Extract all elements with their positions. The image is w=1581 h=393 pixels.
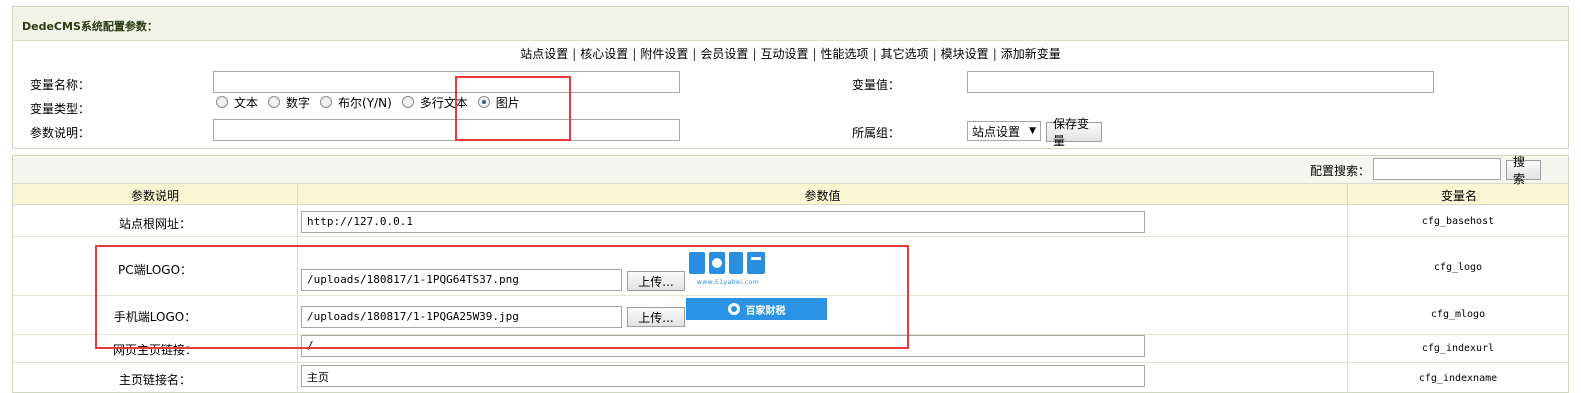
var-type-label: 变量类型：	[30, 102, 91, 116]
radio-multiline[interactable]	[401, 96, 414, 108]
tab-core-settings[interactable]: 核心设置	[580, 47, 628, 61]
nav-separator: |	[752, 47, 757, 61]
radio-text[interactable]	[216, 96, 228, 108]
config-panel-header: DedeCMS系统配置参数：	[13, 7, 1568, 41]
row-var-name: cfg_basehost	[1421, 216, 1495, 227]
basehost-input[interactable]: http://127.0.0.1	[301, 211, 1145, 233]
col-header-desc: 参数说明	[130, 189, 179, 203]
tab-attachment-settings[interactable]: 附件设置	[640, 47, 688, 61]
config-search-label: 配置搜索：	[1310, 164, 1371, 178]
config-nav: 站点设置 | 核心设置 | 附件设置 | 会员设置 | 互动设置 | 性能选项 | 其它选项 | 模块设置 |…	[13, 43, 1568, 67]
highlight-box-image-radio	[455, 76, 571, 141]
dropdown-arrow-icon: ▼	[1029, 126, 1036, 136]
desc-label: 参数说明：	[30, 126, 91, 140]
tab-member-settings[interactable]: 会员设置	[700, 47, 748, 61]
var-name-label: 变量名称：	[30, 78, 91, 92]
group-label: 所属组：	[852, 126, 901, 140]
nav-separator: |	[632, 47, 637, 61]
radio-number-label: 数字	[286, 95, 311, 110]
save-variable-button[interactable]: 保存变量	[1046, 117, 1102, 148]
nav-separator: |	[692, 47, 697, 61]
group-select[interactable]: 站点设置 ▼	[967, 121, 1041, 141]
row-desc: 站点根网址：	[118, 217, 191, 231]
col-header-var: 变量名	[1440, 189, 1477, 203]
tab-other-options[interactable]: 其它选项	[881, 47, 929, 61]
config-search-input[interactable]	[1373, 158, 1501, 180]
var-value-input[interactable]	[967, 71, 1434, 93]
tab-interaction-settings[interactable]: 互动设置	[760, 47, 808, 61]
col-header-value: 参数值	[804, 189, 841, 203]
group-select-value: 站点设置	[972, 124, 1021, 139]
search-button[interactable]: 搜索	[1506, 155, 1541, 186]
nav-separator: |	[812, 47, 817, 61]
row-var-name: cfg_mlogo	[1430, 309, 1486, 320]
radio-text-label: 文本	[234, 95, 259, 110]
radio-number[interactable]	[268, 96, 281, 108]
tab-add-variable[interactable]: 添加新变量	[1001, 47, 1061, 61]
nav-separator: |	[572, 47, 577, 61]
tab-performance-options[interactable]: 性能选项	[821, 47, 869, 61]
radio-boolean[interactable]	[320, 96, 333, 108]
indexname-input[interactable]: 主页	[301, 365, 1145, 387]
nav-separator: |	[992, 47, 997, 61]
row-var-name: cfg_indexname	[1418, 373, 1498, 384]
var-name-input[interactable]	[213, 71, 680, 93]
row-var-name: cfg_indexurl	[1421, 343, 1495, 354]
row-var-name: cfg_logo	[1433, 262, 1483, 273]
radio-boolean-label: 布尔(Y/N)	[338, 95, 392, 110]
var-value-label: 变量值：	[852, 78, 901, 92]
highlight-box-logo-rows	[95, 245, 909, 349]
config-panel-title: DedeCMS系统配置参数：	[22, 20, 158, 33]
desc-input[interactable]	[213, 119, 680, 141]
nav-separator: |	[872, 47, 877, 61]
tab-module-settings[interactable]: 模块设置	[941, 47, 989, 61]
tab-site-settings[interactable]: 站点设置	[520, 47, 568, 61]
nav-separator: |	[932, 47, 937, 61]
table-header: 参数说明 参数值 变量名	[13, 183, 1568, 205]
row-desc: 主页链接名：	[118, 373, 191, 387]
